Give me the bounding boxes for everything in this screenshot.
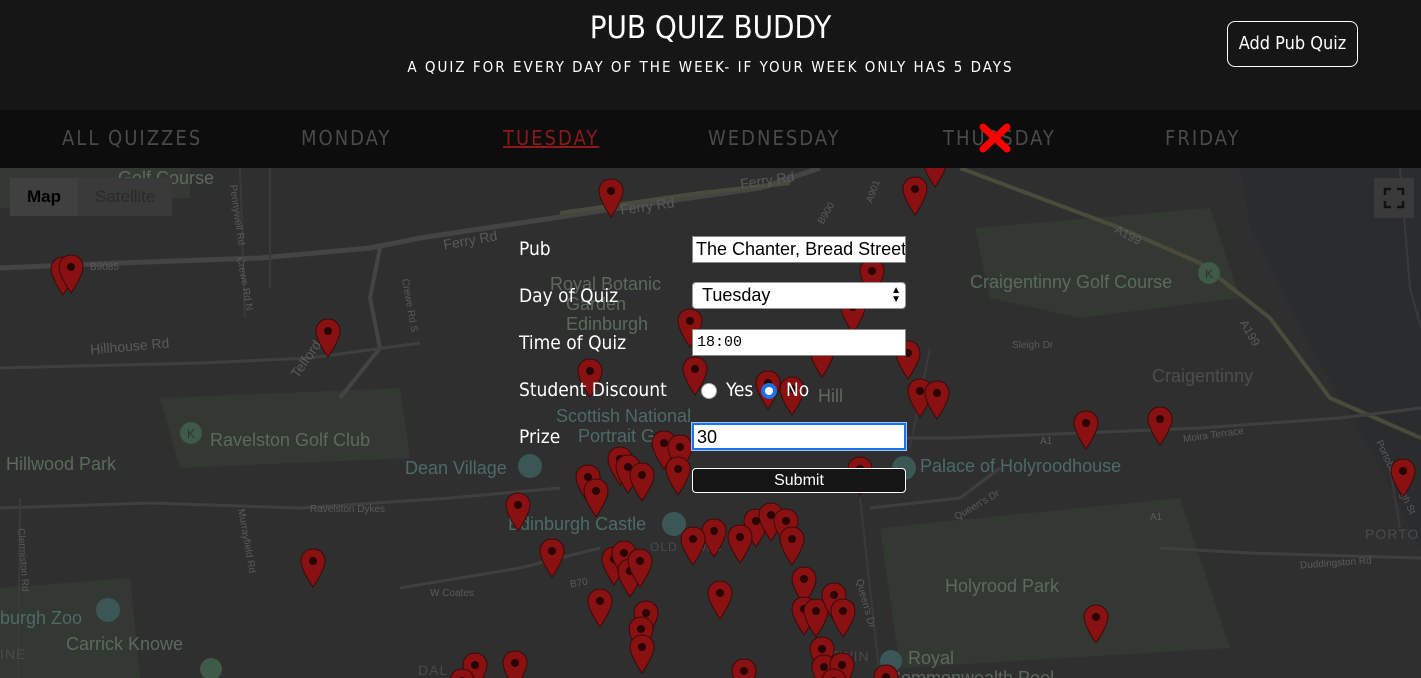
- map-marker-icon[interactable]: [680, 526, 706, 566]
- map-label: Craigentinny: [1152, 366, 1254, 386]
- golf-course-icon: K: [180, 422, 202, 444]
- map-marker-icon[interactable]: [821, 668, 847, 678]
- nav-item-monday[interactable]: MONDAY: [301, 126, 391, 150]
- map-label: Royal: [908, 648, 955, 668]
- map-marker-icon[interactable]: [731, 658, 757, 678]
- map-marker-icon[interactable]: [665, 456, 691, 496]
- map-label: Scottish National: [556, 406, 692, 426]
- site-title: PUB QUIZ BUDDY: [589, 10, 832, 46]
- map-marker-icon[interactable]: [922, 168, 948, 188]
- map-label: Holyrood Park: [945, 576, 1060, 596]
- map-label: Commonwealth Pool: [888, 668, 1055, 678]
- map-label: Hill: [818, 386, 843, 406]
- map-label: Sleigh Dr: [1012, 340, 1054, 351]
- map-marker-icon[interactable]: [779, 526, 805, 566]
- golf-course-icon: K: [1198, 262, 1220, 284]
- fullscreen-icon: [1383, 187, 1405, 209]
- map-label: A1: [1040, 436, 1053, 447]
- map-marker-icon[interactable]: [924, 380, 950, 420]
- map-label: A1: [1150, 512, 1163, 523]
- golf-course-icon: [200, 658, 222, 678]
- site-header: PUB QUIZ BUDDY A QUIZ FOR EVERY DAY OF T…: [0, 0, 1421, 110]
- map-marker-icon[interactable]: [1083, 604, 1109, 644]
- map-type-control: Map Satellite: [10, 178, 173, 216]
- submit-button[interactable]: Submit: [692, 468, 906, 493]
- map-label: Hillwood Park: [6, 454, 117, 474]
- map-label: W Coates: [430, 588, 474, 599]
- student-discount-label: Student Discount: [519, 379, 667, 401]
- map-label: DAL: [418, 662, 449, 678]
- nav-item-all-quizzes[interactable]: ALL QUIZZES: [62, 126, 202, 150]
- map-marker-icon[interactable]: [598, 178, 624, 218]
- map-marker-icon[interactable]: [315, 318, 341, 358]
- prize-label: Prize: [519, 426, 561, 448]
- map-marker-icon[interactable]: [629, 634, 655, 674]
- map-label: PORTO: [1365, 526, 1420, 542]
- svg-text:K: K: [1205, 267, 1213, 281]
- day-of-quiz-select[interactable]: Tuesday ▲ ▼: [692, 282, 906, 309]
- map-marker-icon[interactable]: [449, 668, 475, 678]
- map-label: Craigentinny Golf Course: [970, 272, 1173, 292]
- add-pub-quiz-button[interactable]: Add Pub Quiz: [1227, 21, 1358, 67]
- pub-label: Pub: [519, 238, 551, 260]
- map-label: burgh Zoo: [0, 608, 83, 628]
- discount-no-radio[interactable]: [761, 383, 777, 399]
- map-label: Carrick Knowe: [66, 634, 184, 654]
- museum-icon: [518, 454, 542, 478]
- map-label: B9085: [90, 262, 119, 273]
- map-marker-icon[interactable]: [58, 254, 84, 294]
- nav-item-tuesday[interactable]: TUESDAY: [503, 126, 599, 150]
- map-label: Ravelston Golf Club: [210, 430, 371, 450]
- map-marker-icon[interactable]: [707, 580, 733, 620]
- map-marker-icon[interactable]: [587, 588, 613, 628]
- map-label: Portrait G: [578, 426, 656, 446]
- map-marker-icon[interactable]: [627, 548, 653, 588]
- fullscreen-button[interactable]: [1374, 178, 1414, 218]
- map-marker-icon[interactable]: [629, 462, 655, 502]
- discount-no-label: No: [786, 379, 810, 401]
- zoo-icon: [96, 598, 120, 622]
- nav-item-friday[interactable]: FRIDAY: [1165, 126, 1240, 150]
- prize-input[interactable]: 30: [692, 423, 906, 450]
- day-of-quiz-label: Day of Quiz: [519, 285, 619, 307]
- map-type-map-button[interactable]: Map: [10, 178, 78, 216]
- map-marker-icon[interactable]: [1390, 458, 1416, 498]
- nav-item-wednesday[interactable]: WEDNESDAY: [708, 126, 841, 150]
- select-arrows-icon: ▲ ▼: [891, 285, 901, 305]
- map-type-satellite-button[interactable]: Satellite: [78, 178, 172, 216]
- map-marker-icon[interactable]: [505, 492, 531, 532]
- site-subtitle: A QUIZ FOR EVERY DAY OF THE WEEK- IF YOU…: [407, 58, 1014, 76]
- pub-input[interactable]: The Chanter, Bread Street: [692, 236, 906, 263]
- day-of-quiz-selected-value: Tuesday: [702, 285, 771, 305]
- map-label: Ravelston Dykes: [310, 504, 386, 515]
- map-label: INE: [0, 646, 27, 662]
- map-marker-icon[interactable]: [830, 598, 856, 638]
- time-of-quiz-input[interactable]: 18:00: [692, 329, 906, 356]
- map-label: Palace of Holyroodhouse: [920, 456, 1122, 476]
- day-nav: ALL QUIZZES MONDAY TUESDAY WEDNESDAY THU…: [0, 110, 1421, 168]
- svg-text:K: K: [187, 427, 195, 441]
- map-marker-icon[interactable]: [727, 524, 753, 564]
- map-marker-icon[interactable]: [1147, 406, 1173, 446]
- time-of-quiz-label: Time of Quiz: [519, 332, 627, 354]
- discount-yes-label: Yes: [726, 379, 754, 401]
- map-marker-icon[interactable]: [1073, 410, 1099, 450]
- discount-yes-radio[interactable]: [701, 383, 717, 399]
- map-marker-icon[interactable]: [873, 664, 899, 678]
- map-marker-icon[interactable]: [502, 650, 528, 678]
- map-marker-icon[interactable]: [583, 478, 609, 518]
- map-marker-icon[interactable]: [300, 548, 326, 588]
- map-label: Dean Village: [405, 458, 507, 478]
- map-marker-icon[interactable]: [539, 538, 565, 578]
- cross-icon: [979, 123, 1011, 153]
